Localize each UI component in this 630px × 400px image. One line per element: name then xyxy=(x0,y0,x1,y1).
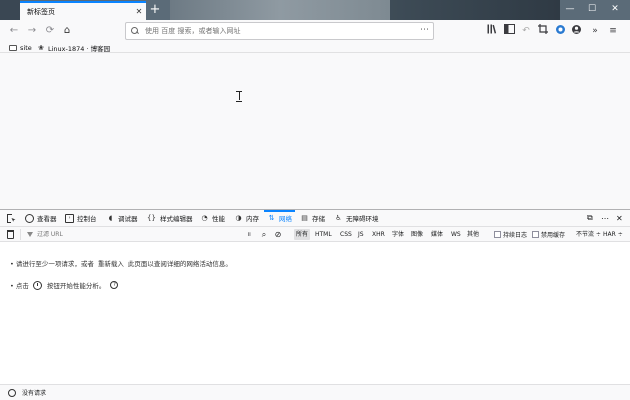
devtools-panel: 查看器 › 控制台 ◖ 调试器 {} 样式编辑器 ◔ 性能 ◑ 内存 ⇅ 网络 … xyxy=(0,209,630,400)
tab-debugger[interactable]: ◖ 调试器 xyxy=(106,210,138,226)
new-tab-button[interactable]: + xyxy=(148,3,162,17)
tab-memory[interactable]: ◑ 内存 xyxy=(234,210,259,226)
network-empty-panel: • 请进行至少一项请求，或者 重新载入 此页面以查阅详细的网络活动信息。 • 点… xyxy=(0,242,630,384)
bookmarks-toolbar: site ❀ Linux-1874 · 博客园 xyxy=(0,42,630,53)
paw-icon: ❀ xyxy=(38,43,44,52)
filter-css[interactable]: CSS xyxy=(340,229,352,240)
search-icon[interactable]: ⌕ xyxy=(259,229,269,240)
tab-network[interactable]: ⇅ 网络 xyxy=(264,210,295,226)
navigation-toolbar: ← → ⟳ ⌂ ⋯ ↶ » ≡ xyxy=(0,20,630,42)
bookmark-linux-1874[interactable]: ❀ Linux-1874 · 博客园 xyxy=(38,43,111,53)
network-icon: ⇅ xyxy=(268,213,275,222)
dock-icon[interactable]: ⧉ xyxy=(587,210,593,226)
status-text: 没有请求 xyxy=(22,390,47,397)
library-icon[interactable] xyxy=(485,24,499,38)
title-bar: 新标签页 ✕ + — ☐ ✕ xyxy=(0,0,630,20)
filter-all[interactable]: 所有 xyxy=(294,229,311,240)
network-toolbar: ॥ ⌕ ⊘ 所有 HTML CSS JS XHR 字体 图像 媒体 WS 其他 … xyxy=(0,227,630,242)
filter-xhr[interactable]: XHR xyxy=(372,229,385,240)
url-bar[interactable]: ⋯ xyxy=(125,22,434,40)
filter-ws[interactable]: WS xyxy=(451,229,461,240)
forward-button[interactable]: → xyxy=(24,23,40,39)
filter-url-box[interactable] xyxy=(20,229,256,240)
close-tab-icon[interactable]: ✕ xyxy=(132,7,146,16)
page-content[interactable] xyxy=(0,54,630,209)
filter-images[interactable]: 图像 xyxy=(411,229,423,240)
text-cursor-icon xyxy=(236,91,242,102)
empty-notice-performance: • 点击 按钮开始性能分析。 ? xyxy=(10,280,119,290)
tab-performance[interactable]: ◔ 性能 xyxy=(200,210,225,226)
network-status-bar: 没有请求 xyxy=(0,384,630,400)
url-input[interactable] xyxy=(145,27,405,35)
disable-cache-checkbox[interactable]: 禁用缓存 xyxy=(532,230,565,239)
performance-icon: ◔ xyxy=(201,213,208,222)
tab-title: 新标签页 xyxy=(27,7,55,16)
filter-funnel-icon xyxy=(27,232,33,237)
pick-element-button[interactable] xyxy=(7,210,19,226)
pick-element-icon xyxy=(7,213,16,223)
har-menu[interactable]: HAR ÷ xyxy=(603,229,623,240)
bookmark-label: site xyxy=(20,43,32,52)
style-editor-icon: {} xyxy=(147,213,156,222)
undo-icon[interactable]: ↶ xyxy=(519,24,533,38)
bookmark-label: Linux-1874 · 博客园 xyxy=(48,44,111,53)
account-icon[interactable] xyxy=(569,24,583,38)
reload-page-button[interactable]: 重新载入 xyxy=(94,256,128,270)
home-button[interactable]: ⌂ xyxy=(59,23,75,39)
reload-button[interactable]: ⟳ xyxy=(42,23,58,39)
page-actions-icon[interactable]: ⋯ xyxy=(420,25,429,35)
tab-new-tab[interactable]: 新标签页 ✕ xyxy=(20,1,146,20)
folder-icon xyxy=(9,44,17,51)
options-icon[interactable]: ⋯ xyxy=(601,210,609,226)
stopwatch-icon[interactable] xyxy=(8,388,16,397)
inspector-icon xyxy=(25,213,34,223)
help-icon[interactable]: ? xyxy=(110,281,119,289)
back-button[interactable]: ← xyxy=(6,23,22,39)
bookmark-site[interactable]: site xyxy=(9,43,32,52)
close-window-button[interactable]: ✕ xyxy=(606,0,624,20)
filter-media[interactable]: 媒体 xyxy=(431,229,443,240)
empty-notice-reload: • 请进行至少一项请求，或者 重新载入 此页面以查阅详细的网络活动信息。 xyxy=(10,256,232,270)
stopwatch-icon[interactable] xyxy=(32,280,42,290)
tab-inspector[interactable]: 查看器 xyxy=(25,210,57,226)
screenshot-icon[interactable] xyxy=(536,24,550,38)
tab-style-editor[interactable]: {} 样式编辑器 xyxy=(146,210,192,226)
console-icon: › xyxy=(65,213,74,223)
menu-icon[interactable]: ≡ xyxy=(606,24,620,38)
pause-icon[interactable]: ॥ xyxy=(245,229,253,240)
accessibility-icon: ♿ xyxy=(335,213,342,222)
close-devtools-icon[interactable]: ✕ xyxy=(616,210,623,226)
filter-fonts[interactable]: 字体 xyxy=(392,229,404,240)
throttling-select[interactable]: 不节流 ÷ xyxy=(576,229,601,240)
minimize-button[interactable]: — xyxy=(561,0,579,20)
search-icon xyxy=(130,26,140,36)
debugger-icon: ◖ xyxy=(108,213,113,222)
overflow-icon[interactable]: » xyxy=(588,24,602,38)
filter-js[interactable]: JS xyxy=(358,229,364,240)
filter-html[interactable]: HTML xyxy=(315,229,332,240)
extension-icon[interactable] xyxy=(553,24,567,38)
block-icon[interactable]: ⊘ xyxy=(273,229,283,240)
maximize-button[interactable]: ☐ xyxy=(583,0,601,20)
filter-other[interactable]: 其他 xyxy=(467,229,479,240)
sidebar-icon[interactable] xyxy=(502,24,516,38)
tab-storage[interactable]: ▤ 存储 xyxy=(300,210,325,226)
tab-console[interactable]: › 控制台 xyxy=(65,210,97,226)
devtools-tab-bar: 查看器 › 控制台 ◖ 调试器 {} 样式编辑器 ◔ 性能 ◑ 内存 ⇅ 网络 … xyxy=(0,210,630,227)
storage-icon: ▤ xyxy=(301,213,308,222)
clear-trash-icon[interactable] xyxy=(7,230,14,239)
filter-url-input[interactable] xyxy=(37,231,237,238)
memory-icon: ◑ xyxy=(235,213,242,222)
persist-logs-checkbox[interactable]: 持续日志 xyxy=(494,230,527,239)
tab-accessibility[interactable]: ♿ 无障碍环境 xyxy=(334,210,378,226)
